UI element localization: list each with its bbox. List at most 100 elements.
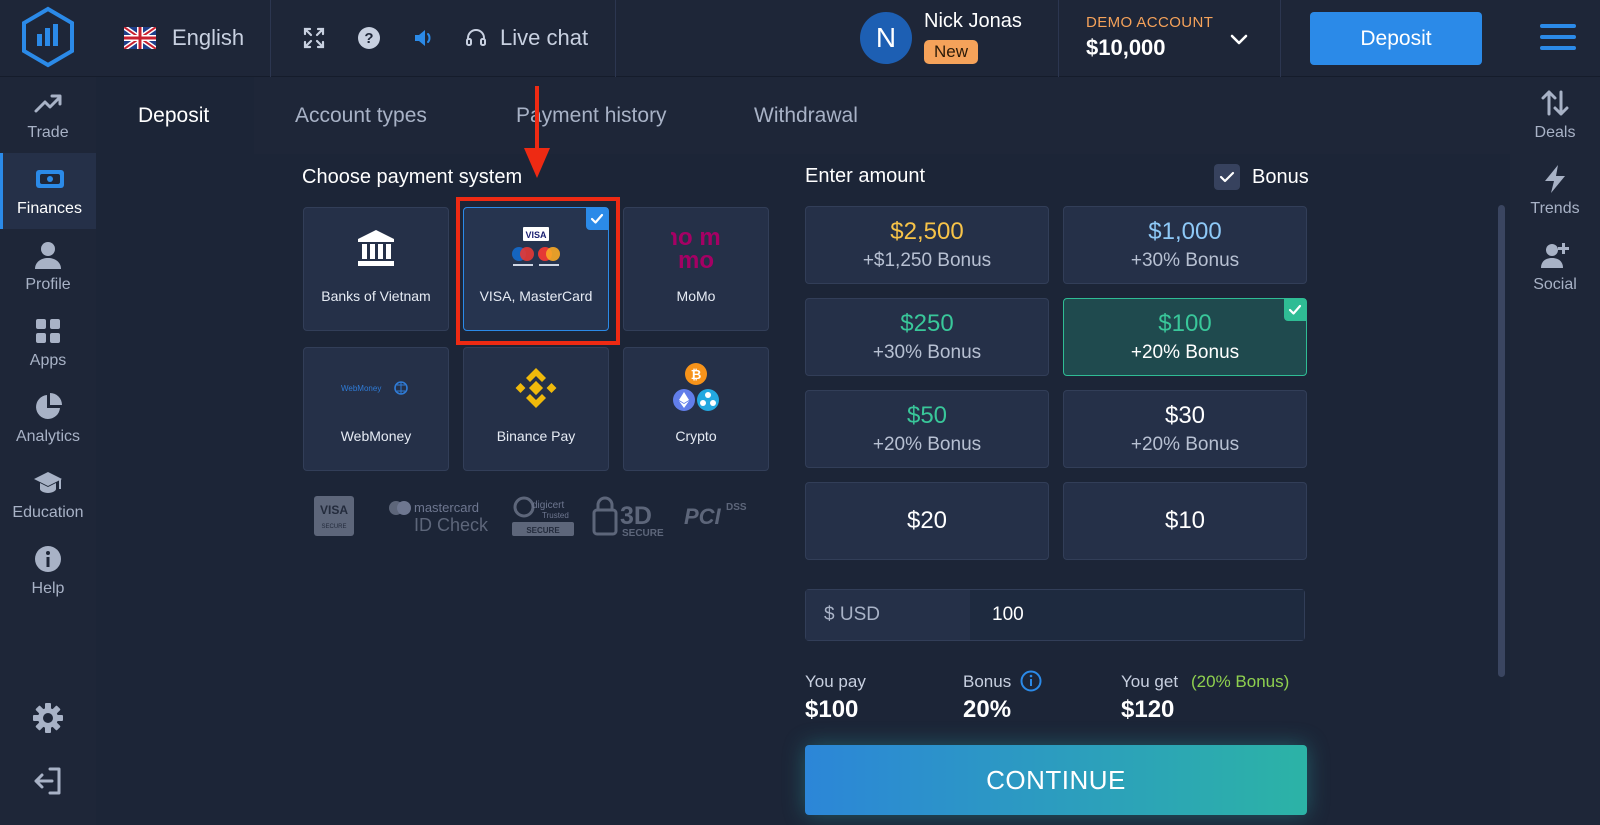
tab-deposit[interactable]: Deposit [96, 77, 254, 154]
svg-text:SECURE: SECURE [526, 526, 560, 535]
payment-option-crypto[interactable]: ₿ Crypto [623, 347, 769, 471]
payment-option-momo[interactable]: mo mo mo MoMo [623, 207, 769, 331]
live-chat-label: Live chat [500, 25, 589, 50]
sidebar-item-education[interactable]: Education [0, 457, 96, 533]
continue-button[interactable]: CONTINUE [805, 745, 1307, 815]
help-icon[interactable]: ? [355, 24, 383, 52]
currency-label: $ USD [806, 590, 970, 640]
amount-option-2500[interactable]: $2,500 +$1,250 Bonus [805, 206, 1049, 284]
graduation-cap-icon [34, 472, 62, 493]
sidebar-item-finances[interactable]: Finances [0, 153, 96, 229]
you-pay-value: $100 [805, 696, 859, 723]
payment-option-banks-of-vietnam[interactable]: Banks of Vietnam [303, 207, 449, 331]
sidebar-item-label: Deals [1534, 124, 1576, 141]
enter-amount-title: Enter amount [805, 165, 926, 187]
svg-text:₿: ₿ [691, 367, 702, 382]
language-selector[interactable]: English [124, 22, 244, 54]
sidebar-item-label: Social [1533, 276, 1577, 293]
amount-value: $2,500 [890, 218, 964, 245]
amount-value: $50 [906, 402, 948, 429]
sidebar-item-trends[interactable]: Trends [1510, 153, 1600, 229]
amount-value: $30 [1164, 402, 1206, 429]
trend-up-icon [34, 94, 62, 113]
sound-icon[interactable] [410, 24, 438, 52]
pointer-arrow-icon [524, 86, 550, 178]
account-type: DEMO ACCOUNT [1086, 14, 1214, 31]
svg-text:3D: 3D [620, 502, 652, 530]
sidebar-item-profile[interactable]: Profile [0, 229, 96, 305]
settings-gear-icon[interactable] [32, 702, 64, 734]
bonus-label[interactable]: Bonus [1252, 166, 1309, 189]
amount-value: $20 [906, 507, 948, 534]
svg-text:Trusted: Trusted [542, 511, 569, 520]
payment-option-label: Crypto [675, 428, 717, 444]
info-icon[interactable] [1020, 670, 1042, 692]
apps-grid-icon [36, 319, 60, 343]
momo-logo-icon: mo mo mo [671, 224, 721, 272]
sidebar-item-apps[interactable]: Apps [0, 305, 96, 381]
deposit-button[interactable]: Deposit [1310, 12, 1482, 65]
up-down-arrows-icon [1541, 90, 1569, 116]
account-switcher[interactable]: DEMO ACCOUNT $10,000 [1086, 14, 1213, 61]
checkmark-icon [1219, 171, 1235, 183]
payment-option-label: Banks of Vietnam [321, 288, 431, 304]
amount-option-10[interactable]: $10 [1063, 482, 1307, 560]
sidebar-item-help[interactable]: Help [0, 533, 96, 609]
amount-input[interactable] [970, 590, 1304, 640]
selection-highlight-box [456, 197, 620, 345]
tab-account-types[interactable]: Account types [295, 77, 427, 154]
sidebar-item-trade[interactable]: Trade [0, 77, 96, 153]
scrollbar[interactable] [1498, 205, 1505, 677]
payment-option-label: WebMoney [340, 428, 412, 444]
hamburger-menu-icon[interactable] [1540, 22, 1576, 52]
logo-icon[interactable] [20, 6, 76, 68]
tab-withdrawal[interactable]: Withdrawal [754, 77, 858, 154]
fullscreen-icon[interactable] [300, 24, 328, 52]
bonus-checkbox[interactable] [1214, 164, 1240, 190]
bonus-summary-value: 20% [963, 696, 1012, 723]
payment-option-label: Binance Pay [496, 428, 576, 444]
amount-option-50[interactable]: $50 +20% Bonus [805, 390, 1049, 468]
svg-text:WebMoney: WebMoney [341, 384, 381, 393]
you-get-bonus-note: (20% Bonus) [1191, 672, 1290, 691]
amount-bonus: +30% Bonus [1130, 250, 1240, 271]
pie-chart-icon [36, 393, 62, 419]
amount-value: $10 [1164, 507, 1206, 534]
logout-icon[interactable] [32, 765, 64, 797]
bank-icon [358, 230, 394, 266]
payment-system-title: Choose payment system [302, 166, 523, 188]
amount-option-1000[interactable]: $1,000 +30% Bonus [1063, 206, 1307, 284]
svg-text:mo: mo [678, 247, 714, 272]
payment-option-binance-pay[interactable]: Binance Pay [463, 347, 609, 471]
new-badge: New [924, 40, 979, 64]
live-chat-button[interactable]: Live chat [464, 22, 588, 54]
amount-bonus: +$1,250 Bonus [862, 250, 992, 271]
divider [615, 0, 616, 77]
svg-text:VISA: VISA [320, 503, 348, 517]
divider [1058, 0, 1059, 77]
person-icon [35, 242, 61, 269]
sidebar-item-deals[interactable]: Deals [1510, 77, 1600, 153]
svg-text:mastercard: mastercard [414, 500, 479, 515]
add-user-icon [1541, 243, 1569, 268]
you-get-value: $120 [1121, 696, 1175, 723]
amount-input-group: $ USD [805, 589, 1305, 641]
webmoney-logo-icon: WebMoney [341, 381, 408, 395]
amount-option-100[interactable]: $100 +20% Bonus [1063, 298, 1307, 376]
sidebar-item-analytics[interactable]: Analytics [0, 381, 96, 457]
svg-text:SECURE: SECURE [622, 528, 664, 539]
payment-option-webmoney[interactable]: WebMoney WebMoney [303, 347, 449, 471]
you-get-label: You get [1121, 672, 1179, 691]
divider [1280, 0, 1281, 77]
avatar: N [860, 12, 912, 64]
sidebar-item-label: Trends [1530, 200, 1580, 217]
chevron-down-icon[interactable] [1228, 28, 1250, 50]
amount-option-30[interactable]: $30 +20% Bonus [1063, 390, 1307, 468]
sidebar-item-social[interactable]: Social [1510, 229, 1600, 305]
digicert-badge: digicert Trusted SECURE [512, 496, 574, 536]
amount-option-20[interactable]: $20 [805, 482, 1049, 560]
svg-text:?: ? [364, 30, 373, 47]
user-name: Nick Jonas [924, 10, 1022, 32]
payment-option-label: MoMo [676, 288, 716, 304]
amount-option-250[interactable]: $250 +30% Bonus [805, 298, 1049, 376]
